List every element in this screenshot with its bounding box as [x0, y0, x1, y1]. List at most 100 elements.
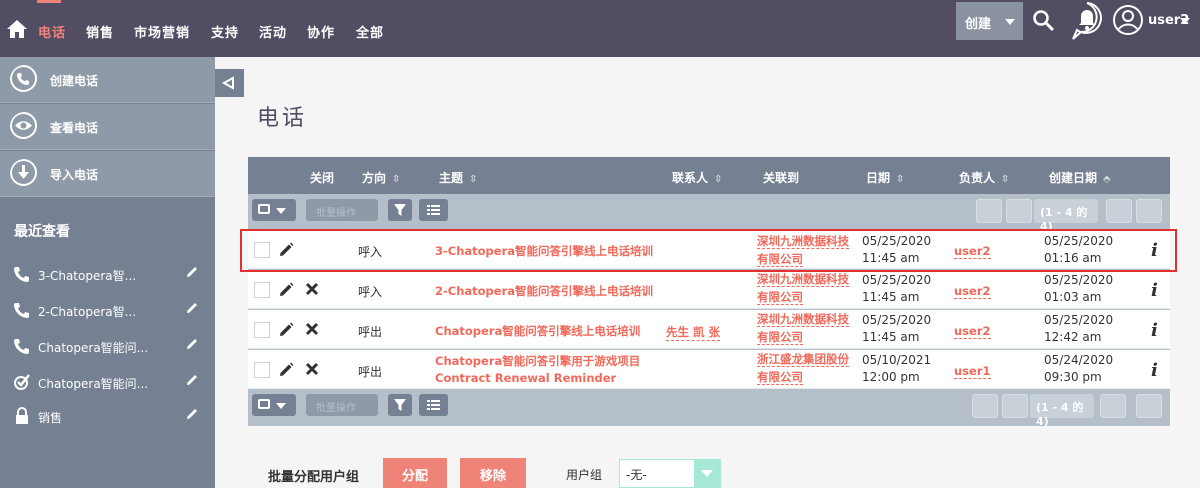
sort-icon[interactable]: ⇳: [714, 174, 722, 185]
row-checkbox[interactable]: [254, 322, 270, 338]
nav-marketing[interactable]: 市场营销: [134, 22, 190, 41]
search-icon[interactable]: [1032, 9, 1056, 33]
time-line: 09:30 pm: [1044, 370, 1102, 384]
nav-collaboration[interactable]: 协作: [307, 22, 335, 41]
column-header-label: 创建日期: [1049, 171, 1098, 185]
bulk-action-button[interactable]: 批量操作: [306, 199, 378, 221]
table-row[interactable]: 呼入 2-Chatopera智能问答引擎线上电话培训 深圳九洲数据科技 有限公司 …: [248, 270, 1170, 309]
checkbox-icon: [258, 399, 270, 409]
select-all-dropdown[interactable]: [252, 394, 296, 416]
user-group-value: -无-: [626, 468, 647, 482]
column-header-close: 关闭: [310, 171, 335, 185]
close-icon[interactable]: [305, 362, 319, 376]
cell-subject[interactable]: Chatopera智能问答引擎用于游戏项目 Contract Renewal Re…: [435, 353, 640, 387]
pencil-icon[interactable]: [185, 373, 199, 387]
cell-subject[interactable]: 2-Chatopera智能问答引擎线上电话培训: [435, 283, 653, 299]
column-header-subject[interactable]: 主题 ⇳: [439, 169, 477, 186]
sidebar-action-import-calls[interactable]: 导入电话: [0, 151, 215, 197]
cell-owner[interactable]: user1: [954, 364, 991, 379]
sidebar: 创建电话 查看电话 导入电话 最近查看 3-Chatopera智... 2-Ch…: [0, 57, 215, 488]
sort-icon[interactable]: ⇳: [392, 174, 400, 185]
prev-page-button[interactable]: [1002, 394, 1028, 418]
sidebar-collapse-button[interactable]: [215, 69, 244, 97]
create-button[interactable]: 创建: [956, 2, 1023, 40]
pencil-icon[interactable]: [185, 337, 199, 351]
row-checkbox[interactable]: [254, 362, 270, 378]
row-checkbox[interactable]: [254, 282, 270, 298]
nav-sales[interactable]: 销售: [86, 22, 114, 41]
close-icon[interactable]: [305, 282, 319, 296]
filter-icon[interactable]: [388, 199, 412, 221]
cell-related[interactable]: 深圳九洲数据科技 有限公司: [757, 270, 849, 306]
column-chooser-icon[interactable]: [419, 199, 448, 221]
column-header-owner[interactable]: 负责人 ⇳: [959, 169, 1009, 186]
first-page-button[interactable]: [972, 394, 998, 418]
table-toolbar-top: 批量操作 (1 - 4 的 4): [248, 194, 1170, 233]
recent-item[interactable]: 3-Chatopera智...: [0, 259, 215, 289]
chevron-down-icon: [276, 403, 286, 409]
sort-icon[interactable]: ⇳: [1001, 174, 1009, 185]
prev-page-button[interactable]: [1006, 199, 1032, 223]
recent-item[interactable]: 销售: [0, 401, 215, 431]
cell-subject[interactable]: Chatopera智能问答引擎线上电话培训: [435, 323, 640, 339]
home-icon[interactable]: [6, 18, 28, 40]
last-page-button[interactable]: [1136, 199, 1162, 223]
remove-button[interactable]: 移除: [460, 458, 526, 488]
select-all-dropdown[interactable]: [252, 199, 296, 221]
pencil-icon[interactable]: [185, 407, 199, 421]
filter-icon[interactable]: [388, 394, 412, 416]
column-header-date[interactable]: 日期 ⇳: [866, 169, 904, 186]
related-line: 深圳九洲数据科技: [757, 312, 849, 327]
sidebar-action-view-calls[interactable]: 查看电话: [0, 104, 215, 150]
next-page-button[interactable]: [1106, 199, 1132, 223]
user-avatar-icon[interactable]: [1112, 4, 1144, 36]
sort-icon[interactable]: ⬘: [1103, 174, 1111, 185]
table-row[interactable]: 呼出 Chatopera智能问答引擎线上电话培训 先生 凯 张 深圳九洲数据科技…: [248, 310, 1170, 349]
nav-activities[interactable]: 活动: [259, 22, 287, 41]
close-icon[interactable]: [305, 322, 319, 336]
column-header-label: 联系人: [672, 171, 709, 185]
bulk-action-button[interactable]: 批量操作: [306, 394, 378, 416]
chevron-down-icon[interactable]: [1180, 18, 1190, 24]
cell-created: 05/25/2020 12:42 am: [1044, 312, 1113, 346]
first-page-button[interactable]: [976, 199, 1002, 223]
info-icon[interactable]: i: [1151, 320, 1158, 341]
nav-support[interactable]: 支持: [211, 22, 239, 41]
cell-related[interactable]: 浙江盛龙集团股份 有限公司: [757, 350, 849, 386]
pencil-icon[interactable]: [279, 322, 294, 337]
column-header-contact[interactable]: 联系人 ⇳: [672, 169, 722, 186]
column-header-created[interactable]: 创建日期 ⬘: [1049, 169, 1111, 186]
pencil-icon[interactable]: [185, 265, 199, 279]
cell-owner[interactable]: user2: [954, 284, 991, 299]
bell-icon[interactable]: [1069, 1, 1105, 41]
recent-item[interactable]: 2-Chatopera智...: [0, 295, 215, 325]
sidebar-action-create-call[interactable]: 创建电话: [0, 57, 215, 103]
date-line: 05/25/2020: [1044, 273, 1114, 287]
chevron-down-icon[interactable]: [694, 460, 720, 487]
pencil-icon[interactable]: [185, 301, 199, 315]
date-line: 05/25/2020: [862, 273, 932, 287]
recent-item[interactable]: Chatopera智能问...: [0, 331, 215, 361]
table-row[interactable]: 呼出 Chatopera智能问答引擎用于游戏项目 Contract Renewal…: [248, 350, 1170, 389]
info-icon[interactable]: i: [1151, 280, 1158, 301]
column-chooser-icon[interactable]: [419, 394, 448, 416]
recent-item-label: 销售: [38, 411, 63, 425]
pencil-icon[interactable]: [279, 362, 294, 377]
next-page-button[interactable]: [1100, 394, 1126, 418]
sort-icon[interactable]: ⇳: [896, 174, 904, 185]
user-group-select[interactable]: -无-: [619, 459, 721, 488]
last-page-button[interactable]: [1136, 394, 1162, 418]
date-line: 05/10/2021: [862, 353, 932, 367]
info-icon[interactable]: i: [1151, 360, 1158, 381]
pencil-icon[interactable]: [279, 282, 294, 297]
nav-all[interactable]: 全部: [356, 22, 384, 41]
cell-contact[interactable]: 先生 凯 张: [666, 324, 721, 341]
recent-item[interactable]: Chatopera智能问...: [0, 367, 215, 397]
recent-item-label: 2-Chatopera智...: [38, 305, 137, 319]
cell-owner[interactable]: user2: [954, 324, 991, 339]
nav-calls[interactable]: 电话: [38, 22, 66, 41]
assign-button[interactable]: 分配: [383, 458, 447, 488]
sort-icon[interactable]: ⇳: [469, 174, 477, 185]
column-header-direction[interactable]: 方向 ⇳: [362, 169, 400, 186]
cell-related[interactable]: 深圳九洲数据科技 有限公司: [757, 310, 849, 346]
